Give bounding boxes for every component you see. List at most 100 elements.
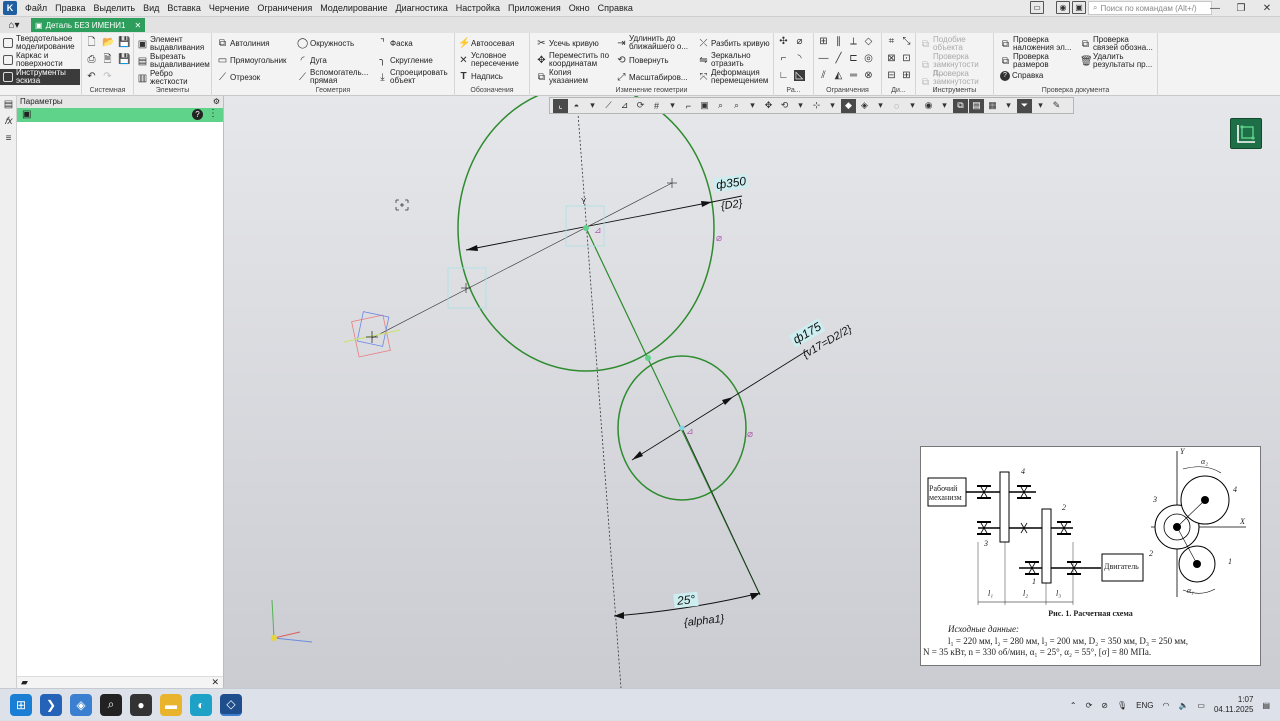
menu-modeling[interactable]: Моделирование [316, 3, 391, 13]
undo-icon[interactable]: ↶ [86, 71, 97, 82]
chevron-down-icon[interactable]: ▾ [1001, 99, 1016, 113]
menu-view[interactable]: Вид [139, 3, 163, 13]
param-tree-icon[interactable]: ⋮ [208, 108, 218, 119]
center-point-big[interactable] [583, 225, 589, 231]
sketch-drop-icon[interactable]: ◓ [569, 99, 584, 113]
axis-button[interactable]: ⚡ Автоосевая [458, 38, 514, 49]
tab-close-icon[interactable]: ✕ [134, 21, 141, 30]
fix-point-icon[interactable]: ⊞ [818, 36, 829, 47]
coincide-icon[interactable]: ⫽ [818, 70, 829, 81]
explorer-icon[interactable]: ▬ [160, 693, 182, 716]
menu-insert[interactable]: Вставка [163, 3, 204, 13]
redo-icon[interactable]: ↷ [102, 71, 113, 82]
parallel-icon[interactable]: ∥ [833, 36, 844, 47]
layer-list-icon[interactable]: ▦ [985, 99, 1000, 113]
check-links-button[interactable]: ⧉ Проверка связей обозна... [1080, 36, 1156, 52]
search-taskbar-icon[interactable]: ⌕ [100, 693, 122, 716]
split-button[interactable]: ⤫ Разбить кривую [698, 38, 770, 49]
equal-icon[interactable]: ⊏ [848, 53, 859, 64]
horizontal-icon[interactable]: — [818, 53, 829, 64]
menu-help[interactable]: Справка [594, 3, 637, 13]
reference-figure[interactable]: Рабочий механизм Двигатель 4 2 3 1 l₁ l₂… [920, 446, 1261, 666]
pan-icon[interactable]: ✥ [761, 99, 776, 113]
dimension-linear-icon[interactable]: ⌐ [778, 53, 789, 64]
document-tab[interactable]: ▣ Деталь БЕЗ ИМЕНИ1 ✕ [31, 18, 146, 32]
eyedropper-icon[interactable]: ✎ [1049, 99, 1064, 113]
chevron-up-icon[interactable]: ⌃ [1070, 701, 1077, 710]
volume-icon[interactable]: 🔈 [1178, 701, 1188, 710]
scale-button[interactable]: ⤢ Масштабиров... [616, 72, 688, 83]
display-mode-icon[interactable]: ◈ [857, 99, 872, 113]
zoom-icon[interactable]: ⌕ [713, 99, 728, 113]
comment-icon[interactable]: ▰ [21, 677, 28, 688]
menu-window[interactable]: Окно [565, 3, 594, 13]
extend-button[interactable]: ⇥ Удлинить до ближайшего о... [616, 35, 698, 51]
chevron-down-icon[interactable]: ▾ [793, 99, 808, 113]
mode-surface[interactable]: Каркас и поверхности [0, 52, 80, 68]
delete-results-button[interactable]: 🗑 Удалить результаты пр... [1080, 53, 1156, 69]
new-icon[interactable]: 🗋 [86, 37, 97, 48]
mode-solid[interactable]: Твердотельное моделирование [0, 35, 80, 51]
segment-button[interactable]: ⟋ Отрезок [217, 72, 260, 83]
mirror-button[interactable]: ⇋ Зеркально отразить [698, 52, 772, 68]
tree-icon[interactable]: ▤ [0, 96, 17, 113]
symmetry-icon[interactable]: ⊗ [863, 70, 874, 81]
list-icon[interactable]: ≡ [0, 130, 17, 147]
save-all-icon[interactable]: 💾 [118, 54, 130, 65]
ortho-icon[interactable]: ⌐ [681, 99, 696, 113]
rectangle-button[interactable]: ▭ Прямоугольник [217, 55, 287, 66]
check-overlap-button[interactable]: ⧉ Проверка наложения эл... [1000, 36, 1080, 52]
project-button[interactable]: ⤓ Спроецировать объект [377, 69, 452, 85]
panel-settings-icon[interactable]: ⚙ [213, 96, 220, 108]
save-icon[interactable]: 💾 [118, 37, 130, 48]
trim-button[interactable]: ✂ Усечь кривую [536, 38, 598, 49]
sync-icon[interactable]: ⟳ [1086, 701, 1093, 710]
show-icon[interactable]: ◉ [921, 99, 936, 113]
chamfer-button[interactable]: ⌝ Фаска [377, 38, 413, 49]
chevron-down-icon[interactable]: ▾ [905, 99, 920, 113]
variables-icon[interactable]: 𝑓x [0, 113, 17, 130]
text-label-button[interactable]: T Надпись [458, 71, 502, 82]
circle-button[interactable]: ◯ Окружность [297, 38, 354, 49]
layers-icon[interactable]: ▤ [969, 98, 984, 113]
cut-extrude-button[interactable]: ▤ Вырезать выдавливанием [137, 53, 210, 69]
dimension-radial-icon[interactable]: ◝ [794, 53, 805, 64]
kompas-icon[interactable]: ◇ [220, 693, 242, 716]
rib-button[interactable]: ▥ Ребро жесткости [137, 70, 209, 86]
tangent-point[interactable] [645, 355, 651, 361]
deform-button[interactable]: ⤧ Деформация перемещением [698, 69, 772, 85]
dimension-active-icon[interactable]: ◺ [794, 70, 805, 81]
hide-icon[interactable]: ◌ [889, 99, 904, 113]
grid-icon[interactable]: # [649, 99, 664, 113]
check-dims-button[interactable]: ⧉ Проверка размеров [1000, 53, 1080, 69]
shaded-view-icon[interactable]: ◆ [841, 98, 856, 113]
clock[interactable]: 1:07 04.11.2025 [1214, 695, 1253, 715]
diag-2-icon[interactable]: ⤡ [901, 36, 912, 47]
menu-diagnostics[interactable]: Диагностика [392, 3, 452, 13]
diag-5-icon[interactable]: ⊟ [886, 70, 897, 81]
close-icon[interactable]: ✕ [1254, 0, 1280, 17]
zoom-fit-icon[interactable]: ⌕ [729, 99, 744, 113]
mic-icon[interactable]: 🎙 [1117, 701, 1127, 710]
edge-icon[interactable]: ◐ [190, 693, 212, 716]
midpoint-icon[interactable]: ◭ [833, 70, 844, 81]
dim-toggle-icon[interactable]: ⊿ [617, 99, 632, 113]
rotate-button[interactable]: ⟲ Повернуть [616, 55, 668, 66]
chevron-down-icon[interactable]: ▾ [745, 99, 760, 113]
vertical-icon[interactable]: ╱ [833, 53, 844, 64]
orbit-icon[interactable]: ⟲ [777, 99, 792, 113]
dimension-angle-icon[interactable]: ∟ [778, 70, 789, 81]
autoline-button[interactable]: ⧉ Автолиния [217, 38, 270, 49]
help-button[interactable]: ? Справка [1000, 71, 1043, 81]
circle-d350[interactable] [457, 96, 715, 372]
sketch-mode-icon[interactable]: ⌞ [553, 98, 568, 113]
dimension-diam-icon[interactable]: ⌀ [794, 36, 805, 47]
footer-close-icon[interactable]: ✕ [211, 677, 219, 688]
aux-line-button[interactable]: ⟋ Вспомогатель... прямая [297, 69, 377, 85]
center-point-small[interactable] [679, 425, 685, 431]
cond-intersect-button[interactable]: ✕ Условное пересечение [458, 52, 528, 68]
menu-drafting[interactable]: Черчение [205, 3, 254, 13]
diag-6-icon[interactable]: ⊞ [901, 70, 912, 81]
chevron-down-icon[interactable]: ▾ [665, 99, 680, 113]
filter-icon[interactable]: ⏷ [1017, 98, 1032, 113]
